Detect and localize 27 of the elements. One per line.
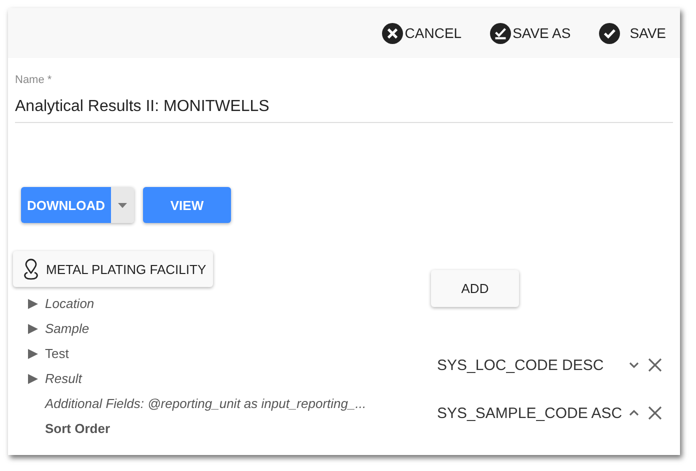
dropdown-button[interactable]: [111, 187, 134, 223]
expand-arrow-icon[interactable]: [27, 348, 39, 360]
add-button[interactable]: ADD: [431, 270, 519, 307]
tree-item[interactable]: Sample: [45, 321, 90, 336]
expand-arrow-icon[interactable]: [27, 298, 39, 310]
save-as-button[interactable]: SAVE AS: [482, 15, 579, 51]
close-icon: [382, 22, 403, 44]
caret-icon: [118, 202, 127, 208]
cancel-button[interactable]: CANCEL: [374, 15, 470, 51]
expand-arrow-icon[interactable]: [27, 322, 39, 334]
save-button[interactable]: SAVE: [590, 15, 674, 51]
check-icon: [598, 22, 620, 44]
tree-item[interactable]: Location: [45, 296, 94, 311]
sort-order-heading: Sort Order: [45, 421, 110, 436]
sort-field: SYS_SAMPLE_CODE ASC: [437, 404, 621, 422]
close-icon[interactable]: [647, 357, 663, 373]
facility-button[interactable]: METAL PLATING FACILITY: [13, 251, 214, 287]
tree-item[interactable]: Result: [45, 371, 82, 386]
field-label: Name *: [15, 74, 52, 86]
expand-arrow-icon[interactable]: [27, 372, 39, 384]
name-field[interactable]: Analytical Results II: MONITWELLS: [15, 98, 673, 123]
sort-field: SYS_LOC_CODE DESC: [437, 356, 621, 374]
close-icon[interactable]: [647, 405, 663, 421]
tree-item[interactable]: Test: [45, 346, 69, 361]
additional-fields-text: Additional Fields: @reporting_unit as input_reporting_...: [45, 396, 366, 411]
check-underline-icon: [490, 22, 511, 44]
location-pin-icon: [22, 258, 40, 280]
